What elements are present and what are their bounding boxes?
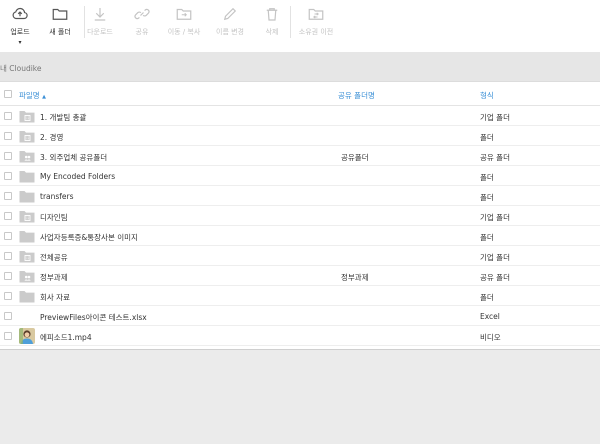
sort-ascending-icon: ▲ [42,94,46,100]
company-folder-icon [19,129,35,143]
file-name[interactable]: 디자인팀 [40,212,68,223]
shared-folder-icon [19,269,35,283]
table-row[interactable]: 1. 개발팀 총괄 기업 폴더 [0,106,600,126]
video-thumbnail-icon [19,328,35,344]
column-header-shared-folder[interactable]: 공유 폴더명 [338,90,375,101]
file-type: 기업 폴더 [480,213,510,222]
download-label: 다운로드 [87,28,113,36]
file-type: 폴더 [480,233,494,242]
transfer-ownership-icon [308,8,324,20]
upload-label: 업로드 [10,28,30,36]
row-checkbox[interactable] [4,332,12,340]
file-type: 공유 폴더 [480,273,510,282]
share-button[interactable]: 공유 [120,5,164,41]
toolbar: 업로드 ▾ 새 폴더 다운로드 공유 이동 / 복사 이름 변경 삭제 소유권 … [0,0,600,52]
rename-label: 이름 변경 [216,28,244,36]
file-type: 공유 폴더 [480,153,510,162]
row-checkbox[interactable] [4,132,12,140]
table-row[interactable]: 2. 경영 폴더 [0,126,600,146]
table-row[interactable]: 3. 외주업체 공유폴더 공유폴더 공유 폴더 [0,146,600,166]
file-name[interactable]: 회사 자료 [40,292,70,303]
company-folder-icon [19,209,35,223]
table-header: 파일명 ▲ 공유 폴더명 형식 [0,82,600,106]
file-type: 폴더 [480,133,494,142]
table-row[interactable]: PreviewFiles아이콘 테스트.xlsx Excel [0,306,600,326]
file-type: 폴더 [480,193,494,202]
file-name[interactable]: 1. 개발팀 총괄 [40,112,86,123]
column-header-name[interactable]: 파일명 ▲ [19,90,46,101]
file-type: 폴더 [480,173,494,182]
file-name[interactable]: 정부과제 [40,272,68,283]
row-checkbox[interactable] [4,192,12,200]
folder-move-icon [176,8,192,20]
folder-icon [19,229,35,243]
file-name[interactable]: transfers [40,192,74,201]
trash-icon [266,8,278,21]
link-icon [134,8,150,20]
download-button[interactable]: 다운로드 [78,5,122,41]
file-name[interactable]: PreviewFiles아이콘 테스트.xlsx [40,312,147,323]
file-name[interactable]: My Encoded Folders [40,172,115,181]
file-type: 폴더 [480,293,494,302]
row-checkbox[interactable] [4,212,12,220]
file-name[interactable]: 전체공유 [40,252,68,263]
file-name[interactable]: 사업자등록증&통장사본 이미지 [40,232,138,243]
table-row[interactable]: My Encoded Folders 폴더 [0,166,600,186]
move-copy-label: 이동 / 복사 [167,28,201,36]
pencil-icon [223,7,237,21]
table-row[interactable]: 에피소드1.mp4 비디오 [0,326,600,346]
row-checkbox[interactable] [4,232,12,240]
shared-folder-name: 공유폴더 [341,153,369,162]
file-type: Excel [480,312,500,321]
delete-label: 삭제 [265,28,279,36]
folder-icon [52,8,68,20]
select-all-checkbox[interactable] [4,90,12,98]
move-copy-button[interactable]: 이동 / 복사 [162,5,206,41]
delete-button[interactable]: 삭제 [250,5,294,41]
new-folder-button[interactable]: 새 폴더 [38,5,82,41]
folder-icon [19,189,35,203]
file-type: 비디오 [480,333,501,342]
shared-folder-icon [19,149,35,163]
file-type: 기업 폴더 [480,253,510,262]
table-row[interactable]: 사업자등록증&통장사본 이미지 폴더 [0,226,600,246]
file-name[interactable]: 에피소드1.mp4 [40,332,92,343]
company-folder-icon [19,249,35,263]
breadcrumb[interactable]: 내 Cloudike [0,63,41,74]
breadcrumb-bar: 내 Cloudike [0,52,600,82]
rename-button[interactable]: 이름 변경 [208,5,252,41]
file-name[interactable]: 3. 외주업체 공유폴더 [40,152,107,163]
row-checkbox[interactable] [4,152,12,160]
transfer-ownership-label: 소유권 이전 [298,28,334,36]
table-row[interactable]: 회사 자료 폴더 [0,286,600,306]
folder-icon [19,289,35,303]
download-icon [94,8,106,21]
share-label: 공유 [135,28,149,36]
company-folder-icon [19,109,35,123]
file-type: 기업 폴더 [480,113,510,122]
row-checkbox[interactable] [4,312,12,320]
transfer-ownership-button[interactable]: 소유권 이전 [294,5,338,41]
file-name[interactable]: 2. 경영 [40,132,63,143]
upload-button[interactable]: 업로드 ▾ [0,5,42,46]
table-row[interactable]: 전체공유 기업 폴더 [0,246,600,266]
table-row[interactable]: transfers 폴더 [0,186,600,206]
table-row[interactable]: 정부과제 정부과제 공유 폴더 [0,266,600,286]
new-folder-label: 새 폴더 [49,28,71,36]
file-list: 파일명 ▲ 공유 폴더명 형식 1. 개발팀 총괄 기업 폴더 2. 경영 폴더 3. … [0,82,600,350]
folder-icon [19,169,35,183]
row-checkbox[interactable] [4,272,12,280]
column-header-name-label: 파일명 [19,91,40,100]
row-checkbox[interactable] [4,292,12,300]
column-header-type[interactable]: 형식 [480,90,494,101]
row-checkbox[interactable] [4,112,12,120]
chevron-down-icon: ▾ [18,39,22,46]
cloud-upload-icon [12,7,28,20]
row-checkbox[interactable] [4,252,12,260]
row-checkbox[interactable] [4,172,12,180]
shared-folder-name: 정부과제 [341,273,369,282]
toolbar-divider [290,6,291,38]
table-row[interactable]: 디자인팀 기업 폴더 [0,206,600,226]
